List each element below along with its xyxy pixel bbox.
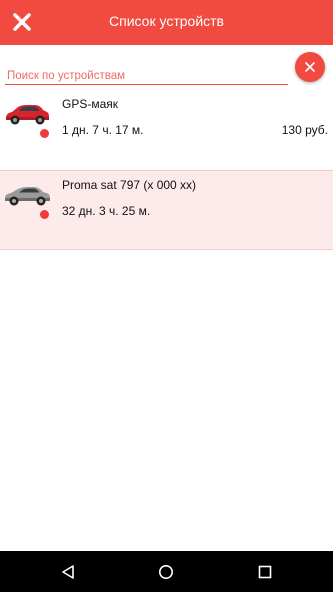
device-price: 130 руб. — [281, 123, 328, 137]
recents-button[interactable] — [254, 561, 276, 583]
recents-square-icon — [258, 565, 272, 579]
device-duration: 32 дн. 3 ч. 25 м. — [62, 204, 151, 218]
home-button[interactable] — [155, 561, 177, 583]
device-name: GPS-маяк — [62, 97, 119, 111]
clear-search-button[interactable] — [295, 52, 325, 82]
device-item-proma-sat[interactable]: Proma sat 797 (x 000 xx) 32 дн. 3 ч. 25 … — [0, 170, 333, 250]
back-triangle-icon — [62, 565, 74, 579]
search-input[interactable] — [5, 67, 288, 85]
home-circle-icon — [159, 565, 173, 579]
close-icon — [305, 62, 315, 72]
app-bar: Список устройств — [0, 0, 333, 45]
status-dot — [40, 129, 49, 138]
system-navigation-bar — [0, 551, 333, 592]
device-item-gps-beacon[interactable]: GPS-маяк 1 дн. 7 ч. 17 м. 130 руб. — [0, 90, 333, 170]
status-dot — [40, 210, 49, 219]
red-car-icon — [6, 105, 49, 125]
back-button[interactable] — [57, 561, 79, 583]
search-bar — [0, 45, 333, 90]
silver-car-icon — [5, 187, 50, 206]
device-duration: 1 дн. 7 ч. 17 м. — [62, 123, 144, 137]
page-title: Список устройств — [109, 13, 224, 29]
device-name: Proma sat 797 (x 000 xx) — [62, 178, 197, 192]
